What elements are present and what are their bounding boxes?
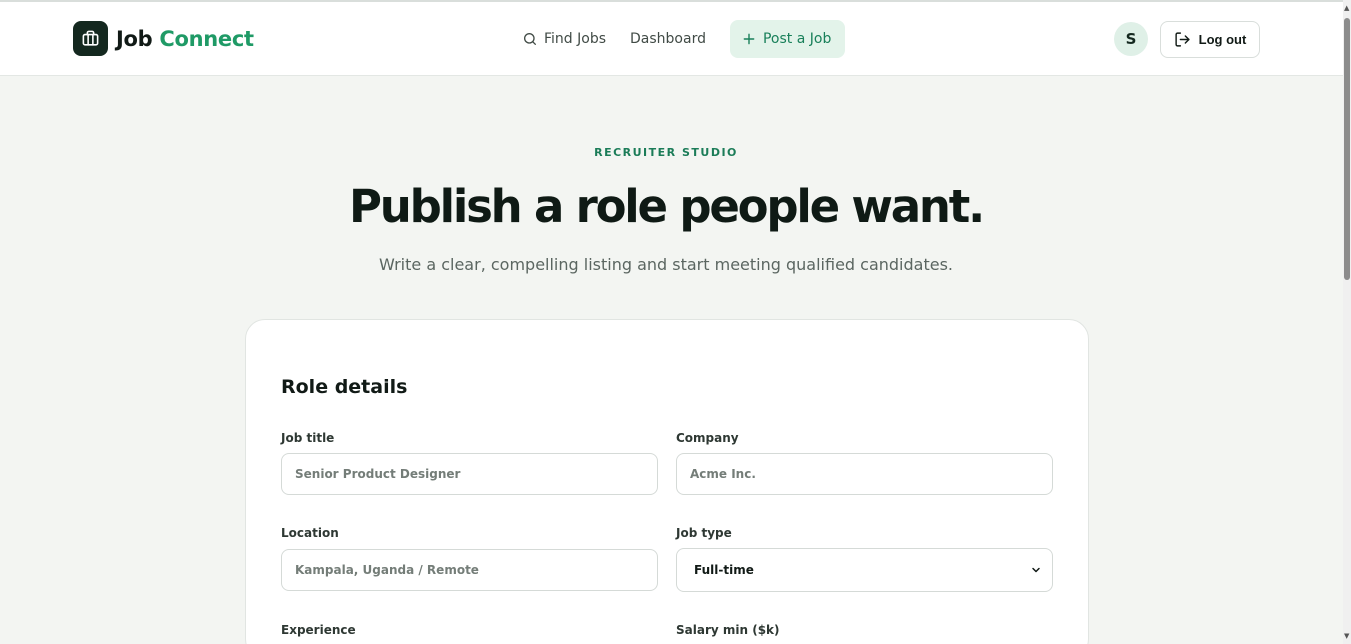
logout-label: Log out bbox=[1198, 32, 1247, 47]
user-avatar[interactable]: S bbox=[1114, 22, 1148, 56]
location-label: Location bbox=[281, 526, 339, 540]
salary-min-label: Salary min ($k) bbox=[676, 623, 780, 637]
nav-post-job[interactable]: Post a Job bbox=[729, 20, 846, 58]
brand-word-job: Job bbox=[116, 26, 153, 51]
search-icon bbox=[524, 33, 536, 45]
job-type-select[interactable]: Full-time bbox=[676, 548, 1053, 592]
location-input[interactable] bbox=[281, 549, 658, 591]
nav-dashboard[interactable]: Dashboard bbox=[622, 20, 714, 58]
role-details-card: Role details Job title Company Location … bbox=[245, 319, 1089, 644]
logout-button[interactable]: Log out bbox=[1160, 21, 1260, 58]
scroll-up-arrow-icon[interactable]: ▲ bbox=[1344, 4, 1349, 12]
scrollbar-thumb[interactable] bbox=[1344, 18, 1350, 280]
job-title-input[interactable] bbox=[281, 453, 658, 495]
page-title: Publish a role people want. bbox=[349, 180, 985, 233]
company-input[interactable] bbox=[676, 453, 1053, 495]
section-title: Role details bbox=[281, 376, 408, 398]
briefcase-icon bbox=[73, 21, 108, 56]
nav-find-jobs-label: Find Jobs bbox=[544, 31, 607, 47]
main-nav: Find Jobs Dashboard Post a Job bbox=[514, 20, 846, 58]
job-type-label: Job type bbox=[676, 526, 732, 540]
brand-name: Job Connect bbox=[116, 27, 254, 51]
job-title-label: Job title bbox=[281, 431, 335, 445]
nav-post-job-label: Post a Job bbox=[762, 31, 832, 47]
logout-icon bbox=[1175, 32, 1190, 47]
top-nav-bar: Job Connect Find Jobs Dashboard Post a Jo… bbox=[0, 2, 1343, 76]
experience-label: Experience bbox=[281, 623, 356, 637]
plus-icon bbox=[743, 33, 755, 45]
logo-home-link[interactable]: Job Connect bbox=[73, 21, 254, 56]
page-scrollbar[interactable]: ▲ ▼ bbox=[1343, 0, 1351, 644]
company-label: Company bbox=[676, 431, 739, 445]
page-subtitle: Write a clear, compelling listing and st… bbox=[379, 255, 953, 274]
scroll-down-arrow-icon[interactable]: ▼ bbox=[1344, 632, 1349, 640]
chevron-down-icon bbox=[1032, 567, 1040, 573]
nav-find-jobs[interactable]: Find Jobs bbox=[514, 20, 614, 58]
brand-word-connect: Connect bbox=[159, 26, 254, 51]
job-type-value: Full-time bbox=[694, 563, 754, 577]
hero-eyebrow: RECRUITER STUDIO bbox=[594, 146, 738, 159]
